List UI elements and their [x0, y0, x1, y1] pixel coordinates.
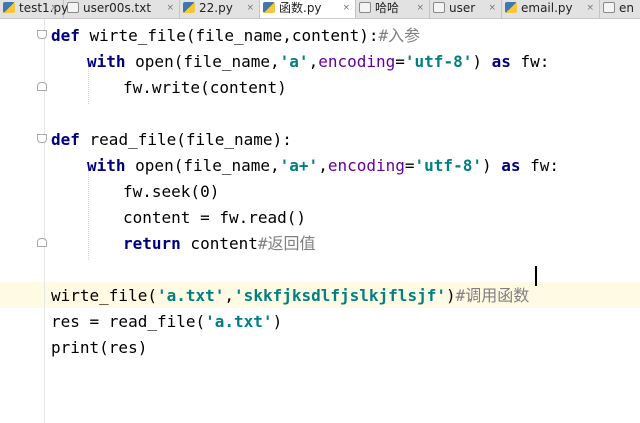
tab-user00s-txt[interactable]: user00s.txt ×	[64, 0, 180, 18]
fold-marker-icon[interactable]	[37, 238, 47, 247]
python-file-icon	[263, 2, 275, 13]
code-line-7: fw.seek(0)	[123, 182, 220, 201]
code-line-8: content = fw.read()	[123, 208, 307, 227]
code-line-5: def read_file(file_name):	[51, 130, 292, 149]
tab-en[interactable]: en	[600, 0, 640, 18]
close-icon[interactable]: ×	[166, 0, 174, 17]
tab-email-py[interactable]: email.py ×	[502, 0, 600, 18]
close-icon[interactable]: ×	[246, 0, 254, 17]
fold-marker-icon[interactable]	[37, 134, 47, 143]
python-file-icon	[3, 2, 15, 13]
code-line-13: print(res)	[51, 338, 148, 357]
tab-label: 函数.py	[279, 1, 322, 15]
tab-label: user00s.txt	[83, 1, 152, 15]
code-line-2: with open(file_name,'a',encoding='utf-8'…	[87, 52, 550, 71]
code-editor[interactable]: def wirte_file(file_name,content):#入参 wi…	[0, 19, 640, 423]
tab-label: user	[449, 1, 476, 15]
fold-marker-icon[interactable]	[37, 30, 47, 39]
text-file-icon	[603, 2, 615, 13]
tab-user[interactable]: user ×	[430, 0, 502, 18]
close-icon[interactable]: ×	[586, 0, 594, 17]
tab-label: test1.py	[19, 1, 69, 15]
tab-label: 22.py	[199, 1, 233, 15]
tab-22-py[interactable]: 22.py ×	[180, 0, 260, 18]
close-icon[interactable]: ×	[488, 0, 496, 17]
text-file-icon	[67, 2, 79, 13]
tab-label: email.py	[521, 1, 573, 15]
close-icon[interactable]: ×	[50, 0, 58, 17]
tab-hanshu-py[interactable]: 函数.py ×	[260, 0, 356, 18]
code-line-1: def wirte_file(file_name,content):#入参	[51, 26, 421, 45]
text-file-icon	[433, 2, 445, 13]
tab-label: en	[619, 1, 634, 15]
tab-test1-py[interactable]: test1.py ×	[0, 0, 68, 18]
text-caret	[535, 266, 537, 286]
close-icon[interactable]: ×	[416, 0, 424, 17]
gutter-divider	[44, 19, 45, 423]
editor-tab-bar: test1.py × user00s.txt × 22.py × 函数.py × 哈哈 ×…	[0, 0, 640, 19]
code-line-9: return content#返回值	[123, 234, 316, 253]
close-icon[interactable]: ×	[342, 0, 350, 17]
code-line-6: with open(file_name,'a+',encoding='utf-8…	[87, 156, 560, 175]
code-line-12: res = read_file('a.txt')	[51, 312, 283, 331]
code-line-3: fw.write(content)	[123, 78, 287, 97]
python-file-icon	[183, 2, 195, 13]
text-file-icon	[359, 2, 371, 13]
tab-haha[interactable]: 哈哈 ×	[356, 0, 430, 18]
tab-label: 哈哈	[375, 1, 400, 15]
python-file-icon	[505, 2, 517, 13]
fold-marker-icon[interactable]	[37, 82, 47, 91]
code-line-11: wirte_file('a.txt','skkfjksdlfjslkjflsjf…	[51, 286, 530, 305]
